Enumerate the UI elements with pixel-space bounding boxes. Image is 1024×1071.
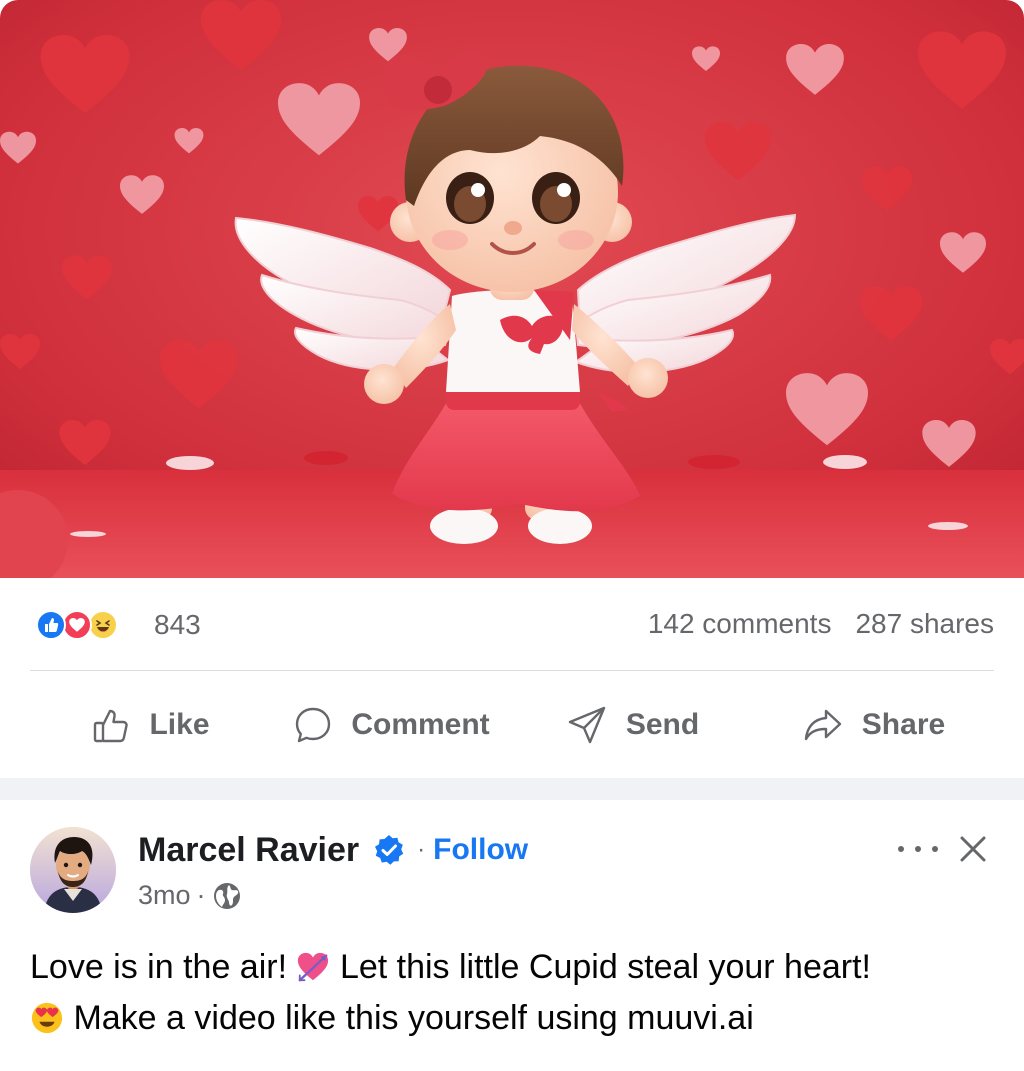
close-icon[interactable] (958, 834, 988, 864)
verified-badge-icon (375, 835, 404, 865)
send-button[interactable]: Send (512, 672, 753, 778)
shares-count[interactable]: 287 shares (855, 608, 994, 640)
post-stats: 843 142 comments 287 shares (30, 578, 994, 670)
comments-count[interactable]: 142 comments (648, 608, 832, 640)
comment-label: Comment (351, 708, 490, 741)
comment-bubble-icon (296, 707, 331, 743)
haha-reaction-icon (88, 610, 118, 640)
meta-separator-dot: · (196, 880, 206, 910)
author-name[interactable]: Marcel Ravier (138, 831, 359, 870)
more-options-icon[interactable] (898, 836, 938, 862)
author-line: Marcel Ravier · Follow (138, 828, 528, 872)
separator-dot: · (417, 836, 426, 863)
comment-button[interactable]: Comment (271, 672, 512, 778)
caption-text-2: Let this little Cupid steal your heart! (339, 948, 871, 986)
like-reaction-icon (36, 610, 66, 640)
share-button[interactable]: Share (753, 672, 994, 778)
reactions-summary[interactable]: 843 (36, 609, 201, 641)
engagement-counts: 142 comments 287 shares (648, 608, 994, 640)
heart-with-arrow-emoji-icon (298, 952, 329, 982)
post-age[interactable]: 3mo (138, 880, 191, 911)
love-reaction-icon (62, 610, 92, 640)
reaction-count[interactable]: 843 (154, 609, 201, 641)
post-image[interactable] (0, 0, 1024, 578)
follow-button[interactable]: Follow (433, 833, 528, 867)
share-arrow-icon (804, 709, 841, 741)
send-paper-plane-icon (568, 706, 606, 744)
caption-text-1: Love is in the air! (30, 948, 288, 986)
action-bar: Like Comment Send Share (30, 672, 994, 778)
divider (30, 670, 994, 671)
avatar[interactable] (30, 827, 116, 913)
feed-separator (0, 778, 1024, 800)
like-label: Like (149, 708, 210, 741)
thumbs-up-icon (94, 709, 129, 743)
post-caption: Love is in the air! Let this little Cupi… (30, 942, 994, 1044)
post-meta: 3mo · (138, 880, 242, 911)
post-header-section: Marcel Ravier · Follow 3mo · Love is in (0, 800, 1024, 1071)
globe-icon[interactable] (212, 881, 242, 911)
send-label: Send (625, 708, 700, 741)
caption-text-3: Make a video like this yourself using mu… (73, 999, 754, 1037)
heart-eyes-emoji-icon (31, 1002, 63, 1034)
facebook-post-card: 843 142 comments 287 shares Like Comment (0, 0, 1024, 1071)
share-label: Share (861, 708, 946, 741)
like-button[interactable]: Like (30, 672, 271, 778)
cupid-illustration (0, 0, 1024, 578)
